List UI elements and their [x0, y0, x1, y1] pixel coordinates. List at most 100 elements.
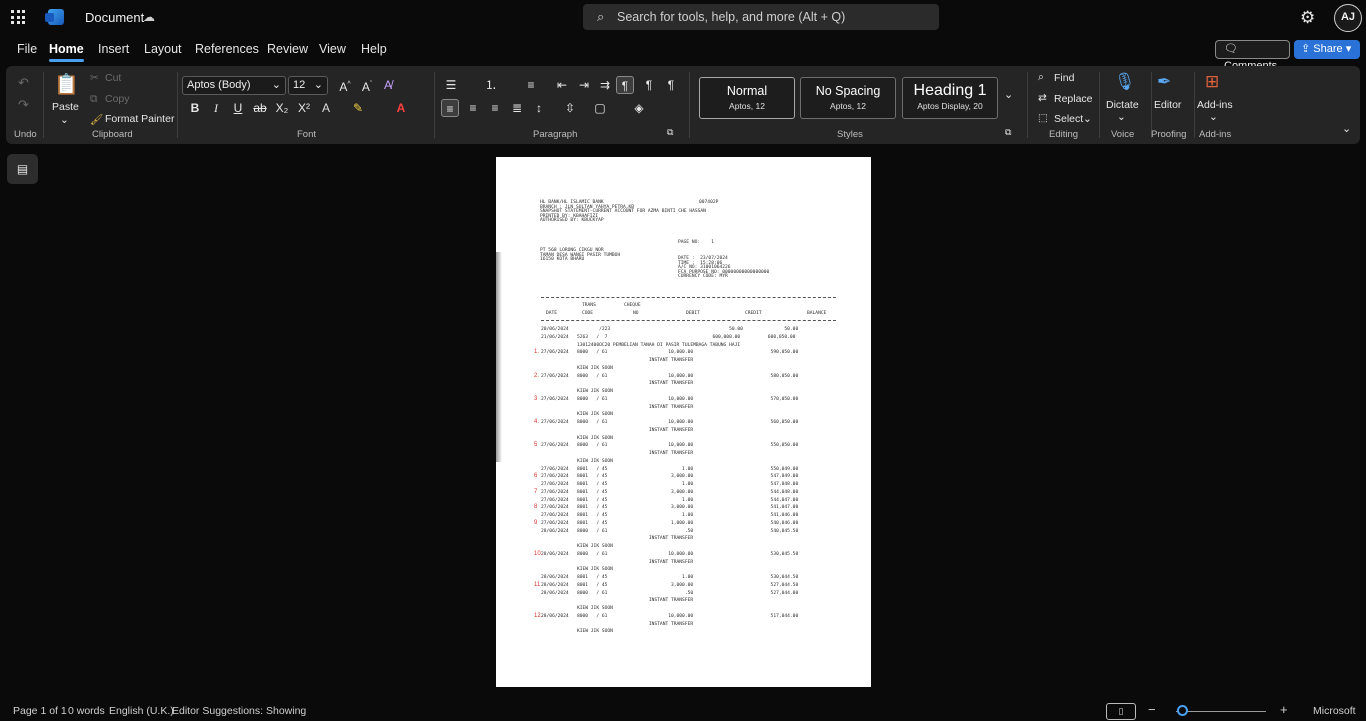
- addins-button[interactable]: Add-ins: [1197, 99, 1233, 111]
- gear-icon[interactable]: ⚙: [1300, 8, 1315, 28]
- zoom-out-icon[interactable]: −: [1148, 702, 1156, 717]
- find-button[interactable]: Find: [1054, 72, 1074, 84]
- line-spacing-icon[interactable]: ↕: [530, 99, 548, 117]
- decrease-indent-icon[interactable]: ⇤: [553, 76, 571, 94]
- share-button[interactable]: ⇪ Share ▾: [1294, 40, 1360, 59]
- paste-icon[interactable]: 📋: [54, 72, 79, 97]
- style-normal[interactable]: Normal Aptos, 12: [699, 77, 795, 119]
- statement-row: KIEW JIK SOON: [541, 544, 613, 549]
- margin-mark: 2.: [534, 372, 540, 379]
- bold-icon[interactable]: B: [186, 99, 204, 117]
- addins-icon[interactable]: ⊞: [1205, 72, 1219, 92]
- zoom-slider-thumb[interactable]: [1177, 705, 1188, 716]
- editor-suggestions-status[interactable]: Editor Suggestions: Showing: [172, 705, 306, 717]
- undo-group-label: Undo: [14, 129, 37, 140]
- editor-button[interactable]: Editor: [1154, 99, 1181, 111]
- select-button[interactable]: Select: [1054, 113, 1083, 125]
- ltr-icon[interactable]: ⇉: [596, 76, 614, 94]
- tab-file[interactable]: File: [17, 42, 37, 56]
- style-heading-1[interactable]: Heading 1 Aptos Display, 20: [902, 77, 998, 119]
- word-count[interactable]: 0 words: [68, 705, 105, 717]
- undo-icon[interactable]: ↶: [18, 75, 29, 91]
- ribbon-expand-icon[interactable]: ⌄: [1342, 122, 1351, 135]
- comments-button[interactable]: 🗨 Comments: [1215, 40, 1290, 72]
- document-title[interactable]: Document: [85, 10, 144, 25]
- search-box[interactable]: ⌕ Search for tools, help, and more (Alt …: [583, 4, 939, 30]
- title-bar: Document ☁ ⌕ Search for tools, help, and…: [0, 0, 1366, 36]
- text-effects-icon[interactable]: A: [317, 99, 335, 117]
- subscript-icon[interactable]: X₂: [273, 99, 291, 117]
- strikethrough-icon[interactable]: ab: [251, 99, 269, 117]
- pilcrow-icon[interactable]: ¶: [662, 76, 680, 94]
- tab-insert[interactable]: Insert: [98, 42, 129, 56]
- microphone-icon[interactable]: 🎙: [1114, 72, 1136, 92]
- tab-layout[interactable]: Layout: [144, 42, 182, 56]
- paragraph-launcher-icon[interactable]: ⧉: [667, 127, 673, 138]
- copy-button[interactable]: Copy: [105, 93, 130, 105]
- clear-formatting-icon[interactable]: A̸: [379, 76, 397, 94]
- voice-group-label: Voice: [1111, 129, 1135, 140]
- paste-button[interactable]: Paste: [52, 101, 79, 113]
- zoom-slider-track[interactable]: [1176, 711, 1266, 712]
- statement-row: INSTANT TRANSFER: [541, 404, 694, 410]
- margin-mark: 8: [534, 504, 538, 511]
- styles-more-icon[interactable]: ⌄: [1004, 88, 1013, 101]
- replace-button[interactable]: Replace: [1054, 93, 1093, 105]
- justify-icon[interactable]: ≣: [508, 99, 526, 117]
- col-trans: TRANS: [582, 303, 596, 308]
- italic-icon[interactable]: I: [207, 99, 225, 117]
- rtl-icon[interactable]: ¶: [640, 76, 658, 94]
- page-count[interactable]: Page 1 of 1: [13, 705, 67, 717]
- statement-row: 27/06/2024 8001 / 45 1.00 547,048.00: [541, 482, 799, 487]
- cloud-saved-icon[interactable]: ☁: [143, 10, 155, 24]
- addins-group-label: Add-ins: [1199, 129, 1232, 140]
- editor-icon[interactable]: ✒: [1157, 72, 1171, 92]
- increase-indent-icon[interactable]: ⇥: [575, 76, 593, 94]
- align-center-icon[interactable]: ≡: [464, 99, 482, 117]
- align-right-icon[interactable]: ≡: [486, 99, 504, 117]
- tab-view[interactable]: View: [319, 42, 346, 56]
- zoom-in-icon[interactable]: +: [1280, 702, 1288, 717]
- ribbon: ↶ ↷ Undo 📋 Paste ⌄ ✂ Cut ⧉ Copy 🖌 Format…: [6, 66, 1360, 144]
- search-placeholder: Search for tools, help, and more (Alt + …: [617, 10, 846, 24]
- borders-icon[interactable]: ▢: [591, 99, 609, 117]
- tab-review[interactable]: Review: [267, 42, 308, 56]
- redo-icon[interactable]: ↷: [18, 97, 29, 113]
- document-page[interactable]: HL BANK/HL ISLAMIC BANK BRANCH : JLN SUL…: [496, 157, 871, 687]
- tab-references[interactable]: References: [195, 42, 259, 56]
- statement-row: 27/06/2024 8001 / 45 3,000.00 541,047.00: [541, 505, 799, 511]
- statement-row: KIEW JIK SOON: [541, 365, 613, 371]
- print-layout-icon[interactable]: ▯: [1106, 703, 1136, 720]
- superscript-icon[interactable]: X²: [295, 99, 313, 117]
- font-family-dropdown[interactable]: Aptos (Body) ⌄: [182, 76, 286, 95]
- highlight-icon[interactable]: ✎: [349, 99, 367, 117]
- cut-button[interactable]: Cut: [105, 72, 121, 84]
- chevron-down-icon[interactable]: ⌄: [60, 114, 69, 126]
- search-icon: ⌕: [597, 9, 605, 24]
- shading-icon[interactable]: ◈: [630, 99, 648, 117]
- statement-row: 28/06/2024 8000 / 61 10,000.00 517,044.0…: [541, 613, 799, 619]
- numbering-icon[interactable]: ⒈: [482, 76, 500, 94]
- share-label: Share: [1313, 43, 1343, 55]
- dictate-button[interactable]: Dictate: [1106, 99, 1139, 111]
- app-launcher-icon[interactable]: [11, 10, 25, 24]
- show-marks-ltr-icon[interactable]: ¶: [616, 76, 634, 94]
- multilevel-list-icon[interactable]: ≡: [522, 76, 540, 94]
- style-no-spacing[interactable]: No Spacing Aptos, 12: [800, 77, 896, 119]
- align-left-icon[interactable]: ≡: [441, 99, 459, 117]
- tab-home[interactable]: Home: [49, 42, 84, 62]
- avatar[interactable]: AJ: [1334, 4, 1362, 32]
- language-status[interactable]: English (U.K.): [109, 705, 174, 717]
- font-color-icon[interactable]: A: [392, 99, 410, 117]
- grow-font-icon[interactable]: A^: [336, 76, 354, 94]
- tab-help[interactable]: Help: [361, 42, 387, 56]
- styles-launcher-icon[interactable]: ⧉: [1005, 127, 1011, 138]
- underline-icon[interactable]: U: [229, 99, 247, 117]
- font-size-dropdown[interactable]: 12 ⌄: [288, 76, 328, 95]
- format-painter-button[interactable]: Format Painter: [105, 113, 174, 125]
- paragraph-spacing-icon[interactable]: ⇳: [561, 99, 579, 117]
- bullets-icon[interactable]: ☰: [442, 76, 460, 94]
- margin-mark: 4.: [534, 419, 540, 425]
- shrink-font-icon[interactable]: Aˇ: [358, 76, 376, 94]
- navigation-pane-icon[interactable]: ▤: [7, 154, 38, 184]
